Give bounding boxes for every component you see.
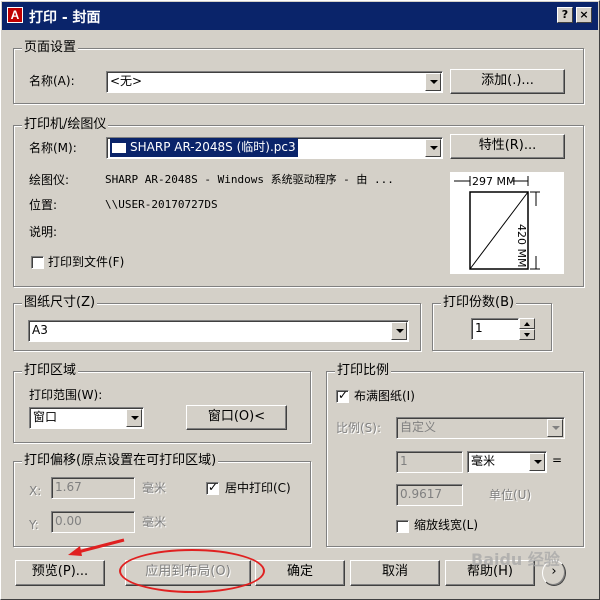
offset-x-input[interactable]: 1.67 [51,477,135,499]
offset-y-label: Y: [29,518,39,532]
add-page-setup-button[interactable]: 添加(.)... [450,69,565,94]
scale-combo[interactable]: 自定义 [396,417,565,439]
offset-x-unit: 毫米 [142,481,167,495]
printer-label: 打印机/绘图仪 [22,117,109,132]
copies-label: 打印份数(B) [441,295,517,310]
print-to-file-label: 打印到文件(F) [48,255,125,269]
page-setup-name-label: 名称(A): [29,74,75,88]
autocad-app-icon: A [7,7,23,23]
chevron-down-icon[interactable] [391,322,407,340]
preview-width-label: 297 MM [472,175,516,188]
copies-up-button[interactable] [519,318,535,329]
fit-to-paper-checkbox[interactable] [336,388,349,403]
chevron-down-icon [524,333,530,337]
scale-label: 比例(S): [336,421,382,435]
ok-button[interactable]: 确定 [255,560,345,586]
chevron-down-icon[interactable] [547,419,563,437]
print-to-file-checkbox[interactable] [31,256,44,269]
location-value: \\USER-20170727DS [105,198,218,211]
plot-area-label: 打印区域 [22,363,79,378]
title-bar: A 打印 - 封面 ? × [2,2,598,30]
copies-down-button[interactable] [519,329,535,340]
plot-scale-label: 打印比例 [335,363,392,378]
paper-size-label: 图纸尺寸(Z) [22,295,98,310]
plot-range-label: 打印范围(W): [29,388,103,402]
chevron-down-icon[interactable] [529,453,545,471]
plotter-label: 绘图仪: [29,173,70,187]
scale-lineweights-label: 缩放线宽(L) [414,518,479,532]
scale-value: 自定义 [400,420,437,434]
equals-sign: = [552,453,563,467]
printer-name-value: SHARP AR-2048S (临时).pc3 [130,140,296,154]
center-plot-label: 居中打印(C) [225,481,291,495]
offset-y-input[interactable]: 0.00 [51,511,135,533]
unit-label: 单位(U) [489,488,532,502]
preview-button[interactable]: 预览(P)... [15,560,105,586]
printer-name-label: 名称(M): [29,141,77,155]
scale-value2-input[interactable]: 0.9617 [396,484,463,506]
scale-unit-combo[interactable]: 毫米 [467,451,547,473]
plot-range-value: 窗口 [33,410,58,424]
pick-window-button[interactable]: 窗口(O)< [186,405,287,430]
print-dialog: A 打印 - 封面 ? × 页面设置 名称(A): <无> 添加(.)... 打… [0,0,600,600]
close-window-button[interactable]: × [576,7,592,23]
printer-properties-button[interactable]: 特性(R)... [450,134,565,159]
scale-unit-value: 毫米 [471,454,496,468]
page-setup-name-combo[interactable]: <无> [106,71,443,93]
chevron-down-icon[interactable] [126,409,142,427]
fit-to-paper-label: 布满图纸(I) [354,389,415,403]
chevron-down-icon[interactable] [425,139,441,157]
plot-offset-group: 打印偏移(原点设置在可打印区域) [13,454,311,547]
page-setup-label: 页面设置 [22,40,79,55]
location-label: 位置: [29,198,58,212]
window-title: 打印 - 封面 [29,10,101,26]
offset-y-unit: 毫米 [142,515,167,529]
red-annotation-arrow-icon [68,538,125,556]
paper-size-combo[interactable]: A3 [28,320,409,342]
printer-name-combo[interactable]: SHARP AR-2048S (临时).pc3 [106,137,443,159]
help-title-button[interactable]: ? [557,7,573,23]
printer-icon [112,142,126,153]
description-label: 说明: [29,225,58,239]
chevron-down-icon[interactable] [425,73,441,91]
scale-value1-input[interactable]: 1 [396,451,463,473]
plot-offset-label: 打印偏移(原点设置在可打印区域) [22,453,219,468]
red-annotation-ellipse [119,549,265,593]
plotter-value: SHARP AR-2048S - Windows 系统驱动程序 - 由 ... [105,173,394,186]
chevron-up-icon [524,322,530,326]
page-setup-name-value: <无> [110,74,143,88]
center-plot-checkbox[interactable] [206,480,219,495]
paper-size-value: A3 [32,323,48,337]
scale-lineweights-checkbox[interactable] [396,520,409,533]
paper-preview: 297 MM 420 MM [450,172,564,274]
copies-input[interactable]: 1 [471,318,519,340]
plot-range-combo[interactable]: 窗口 [29,407,144,429]
offset-x-label: X: [29,484,42,498]
cancel-button[interactable]: 取消 [350,560,440,586]
baidu-watermark: Baidu 经验 [471,550,560,569]
preview-height-label: 420 MM [515,224,528,268]
